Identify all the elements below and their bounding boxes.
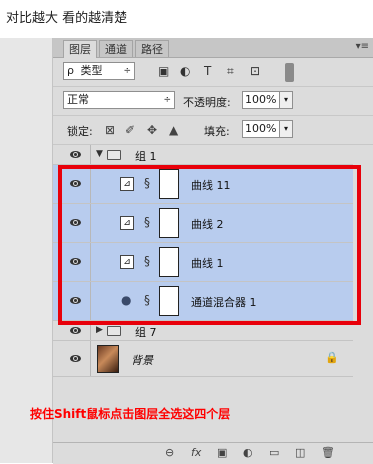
new-layer-icon[interactable]: ◫	[295, 446, 305, 459]
layer-row-curves-1[interactable]: ⊿ § 曲线 1	[53, 243, 353, 282]
layer-name: 曲线 2	[191, 218, 224, 231]
layer-name: 曲线 1	[191, 257, 224, 270]
expand-arrow-icon[interactable]: ▼	[96, 149, 103, 159]
add-mask-icon[interactable]: ▣	[217, 446, 227, 459]
type-filter-icon[interactable]: T	[204, 64, 211, 78]
link-layers-icon[interactable]: ⊖	[165, 446, 174, 459]
layer-name-background: 背景	[131, 354, 153, 367]
channel-mixer-icon: ●	[121, 293, 132, 307]
folder-icon	[107, 326, 121, 336]
lock-row: 锁定: ⊠ ✐ ✥ ▲ 填充: 100% ▾	[53, 116, 373, 145]
layer-list: ▼ 组 1 ⊿ § 曲线 11 ⊿ § 曲线 2 ⊿ § 曲线 1 ● § 通道…	[53, 145, 373, 445]
filter-toggle-switch[interactable]	[285, 63, 294, 82]
caption-text: 对比越大 看的越清楚	[6, 11, 128, 26]
lock-position-icon[interactable]: ✥	[147, 123, 157, 137]
photo-thumbnail	[97, 345, 119, 373]
search-icon: ρ	[67, 64, 74, 77]
blend-row: 正常 ÷ 不透明度: 100% ▾	[53, 87, 373, 116]
link-icon: §	[144, 215, 150, 229]
tab-paths[interactable]: 路径	[135, 40, 169, 57]
visibility-eye-icon[interactable]	[70, 219, 81, 226]
lock-icon: 🔒	[325, 351, 339, 364]
layer-mask-thumbnail	[159, 286, 179, 316]
opacity-dropdown-button[interactable]: ▾	[279, 91, 293, 109]
lock-label: 锁定:	[67, 125, 93, 138]
link-icon: §	[144, 293, 150, 307]
shape-filter-icon[interactable]: ⌗	[227, 64, 234, 79]
curves-adjustment-icon: ⊿	[120, 177, 134, 191]
visibility-eye-icon[interactable]	[70, 354, 81, 362]
link-icon: §	[144, 176, 150, 190]
layer-mask-thumbnail	[159, 208, 179, 238]
layer-mask-thumbnail	[159, 169, 179, 199]
blend-mode-value: 正常	[67, 93, 89, 106]
layer-name: 曲线 11	[191, 179, 231, 192]
tab-layers[interactable]: 图层	[63, 40, 97, 58]
filter-type-label: 类型	[80, 64, 103, 77]
select-arrow-icon: ÷	[163, 95, 171, 105]
panel-bottom-bar: ⊖ fx ▣ ◐ ▭ ◫ 🗑	[53, 442, 373, 464]
panel-menu-icon[interactable]: ▾≡	[356, 41, 369, 52]
visibility-eye-icon[interactable]	[70, 297, 81, 304]
fill-field[interactable]: 100%	[242, 120, 280, 138]
panel-tabbar: 图层 通道 路径 ▾≡	[53, 38, 373, 58]
folder-icon	[107, 150, 121, 160]
layer-row-group1[interactable]: ▼ 组 1	[53, 145, 353, 165]
blend-mode-select[interactable]: 正常 ÷	[63, 91, 175, 109]
visibility-eye-icon[interactable]	[70, 258, 81, 265]
curves-adjustment-icon: ⊿	[120, 216, 134, 230]
adjustment-filter-icon[interactable]: ◐	[180, 64, 190, 78]
filter-row: ρ 类型 ÷ ▣ ◐ T ⌗ ⊡	[53, 58, 373, 87]
layer-name-group7: 组 7	[135, 326, 157, 339]
delete-layer-icon[interactable]: 🗑	[321, 446, 335, 459]
layer-mask-thumbnail	[159, 247, 179, 277]
lock-transparent-icon[interactable]: ⊠	[105, 123, 115, 137]
link-icon: §	[144, 254, 150, 268]
layer-row-channel-mixer[interactable]: ● § 通道混合器 1	[53, 282, 353, 321]
layers-panel: 图层 通道 路径 ▾≡ ρ 类型 ÷ ▣ ◐ T ⌗ ⊡ 正常 ÷ 不透明度: …	[53, 38, 373, 464]
new-adjustment-icon[interactable]: ◐	[243, 446, 253, 459]
select-arrow-icon: ÷	[123, 66, 131, 76]
tab-channels[interactable]: 通道	[99, 40, 133, 57]
new-group-icon[interactable]: ▭	[269, 446, 279, 459]
fx-icon[interactable]: fx	[191, 446, 201, 459]
curves-adjustment-icon: ⊿	[120, 255, 134, 269]
image-filter-icon[interactable]: ▣	[158, 64, 169, 78]
fill-label: 填充:	[204, 125, 230, 138]
lock-all-icon[interactable]: ▲	[169, 123, 178, 137]
opacity-label: 不透明度:	[183, 96, 231, 109]
layer-row-curves-11[interactable]: ⊿ § 曲线 11	[53, 165, 353, 204]
layer-row-background[interactable]: 背景 🔒	[53, 341, 353, 377]
smart-object-filter-icon[interactable]: ⊡	[250, 64, 260, 78]
filter-type-select[interactable]: ρ 类型 ÷	[63, 62, 135, 80]
lock-image-icon[interactable]: ✐	[125, 123, 135, 137]
opacity-field[interactable]: 100%	[242, 91, 280, 109]
layer-row-curves-2[interactable]: ⊿ § 曲线 2	[53, 204, 353, 243]
instruction-text: 按住Shift鼠标点击图层全选这四个层	[30, 407, 231, 421]
layer-name-group1: 组 1	[135, 150, 157, 163]
layer-row-group7[interactable]: ▶ 组 7	[53, 321, 353, 341]
layer-name: 通道混合器 1	[191, 296, 257, 309]
visibility-eye-icon[interactable]	[70, 326, 81, 334]
left-toolbar-strip	[0, 38, 53, 463]
fill-dropdown-button[interactable]: ▾	[279, 120, 293, 138]
expand-arrow-icon[interactable]: ▶	[96, 325, 103, 335]
visibility-eye-icon[interactable]	[70, 180, 81, 187]
visibility-eye-icon[interactable]	[70, 150, 81, 158]
